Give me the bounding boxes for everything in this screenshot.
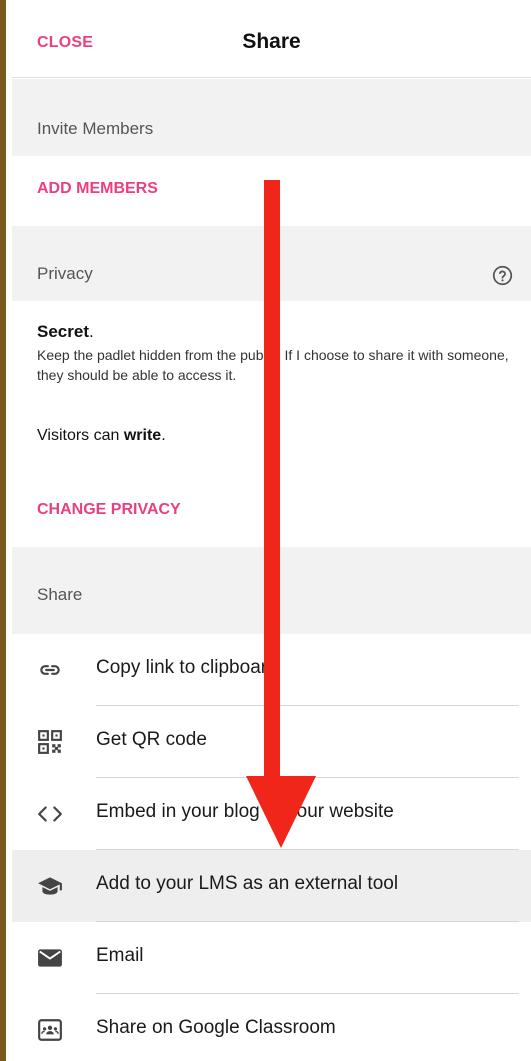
page-title: Share — [242, 30, 301, 53]
qr-code-icon — [38, 730, 62, 754]
visitors-suffix: . — [161, 427, 166, 444]
share-section: Share — [12, 547, 531, 634]
visitors-permission: Visitors can write. — [37, 427, 166, 445]
google-classroom-icon — [38, 1019, 62, 1041]
google-classroom-row[interactable]: Share on Google Classroom — [12, 994, 531, 1061]
copy-link-label: Copy link to clipboard — [96, 657, 278, 678]
lms-label: Add to your LMS as an external tool — [96, 873, 399, 894]
google-classroom-label: Share on Google Classroom — [96, 1017, 336, 1038]
link-icon — [40, 665, 60, 675]
visitors-permission-value: write — [123, 427, 162, 444]
visitors-prefix: Visitors can — [37, 427, 124, 444]
privacy-level-suffix: . — [88, 322, 94, 341]
privacy-heading: Privacy — [37, 264, 93, 283]
privacy-level: Secret. — [37, 322, 94, 342]
privacy-description: Keep the padlet hidden from the public. … — [37, 347, 509, 383]
email-label: Email — [96, 945, 144, 966]
qr-code-row[interactable]: Get QR code — [12, 706, 531, 778]
add-members-button[interactable]: ADD MEMBERS — [37, 180, 158, 198]
change-privacy-button[interactable]: CHANGE PRIVACY — [37, 501, 181, 519]
qr-code-label: Get QR code — [96, 729, 207, 750]
share-panel: CLOSE Share Invite Members ADD MEMBERS P… — [12, 0, 531, 1061]
email-row[interactable]: Email — [12, 922, 531, 994]
window-left-border — [0, 0, 6, 1061]
invite-members-section: Invite Members — [12, 79, 531, 156]
invite-members-heading: Invite Members — [37, 119, 154, 138]
lms-row[interactable]: Add to your LMS as an external tool — [12, 850, 531, 922]
privacy-section: Privacy — [12, 226, 531, 301]
embed-label: Embed in your blog or your website — [96, 801, 394, 822]
envelope-icon — [38, 949, 62, 967]
graduation-cap-icon — [38, 877, 62, 895]
copy-link-row[interactable]: Copy link to clipboard — [12, 634, 531, 706]
code-brackets-icon — [38, 806, 62, 822]
share-heading: Share — [37, 585, 83, 604]
share-header: CLOSE Share — [12, 0, 531, 78]
embed-row[interactable]: Embed in your blog or your website — [12, 778, 531, 850]
question-circle-icon[interactable] — [492, 265, 513, 286]
privacy-level-name: Secret — [37, 322, 89, 341]
